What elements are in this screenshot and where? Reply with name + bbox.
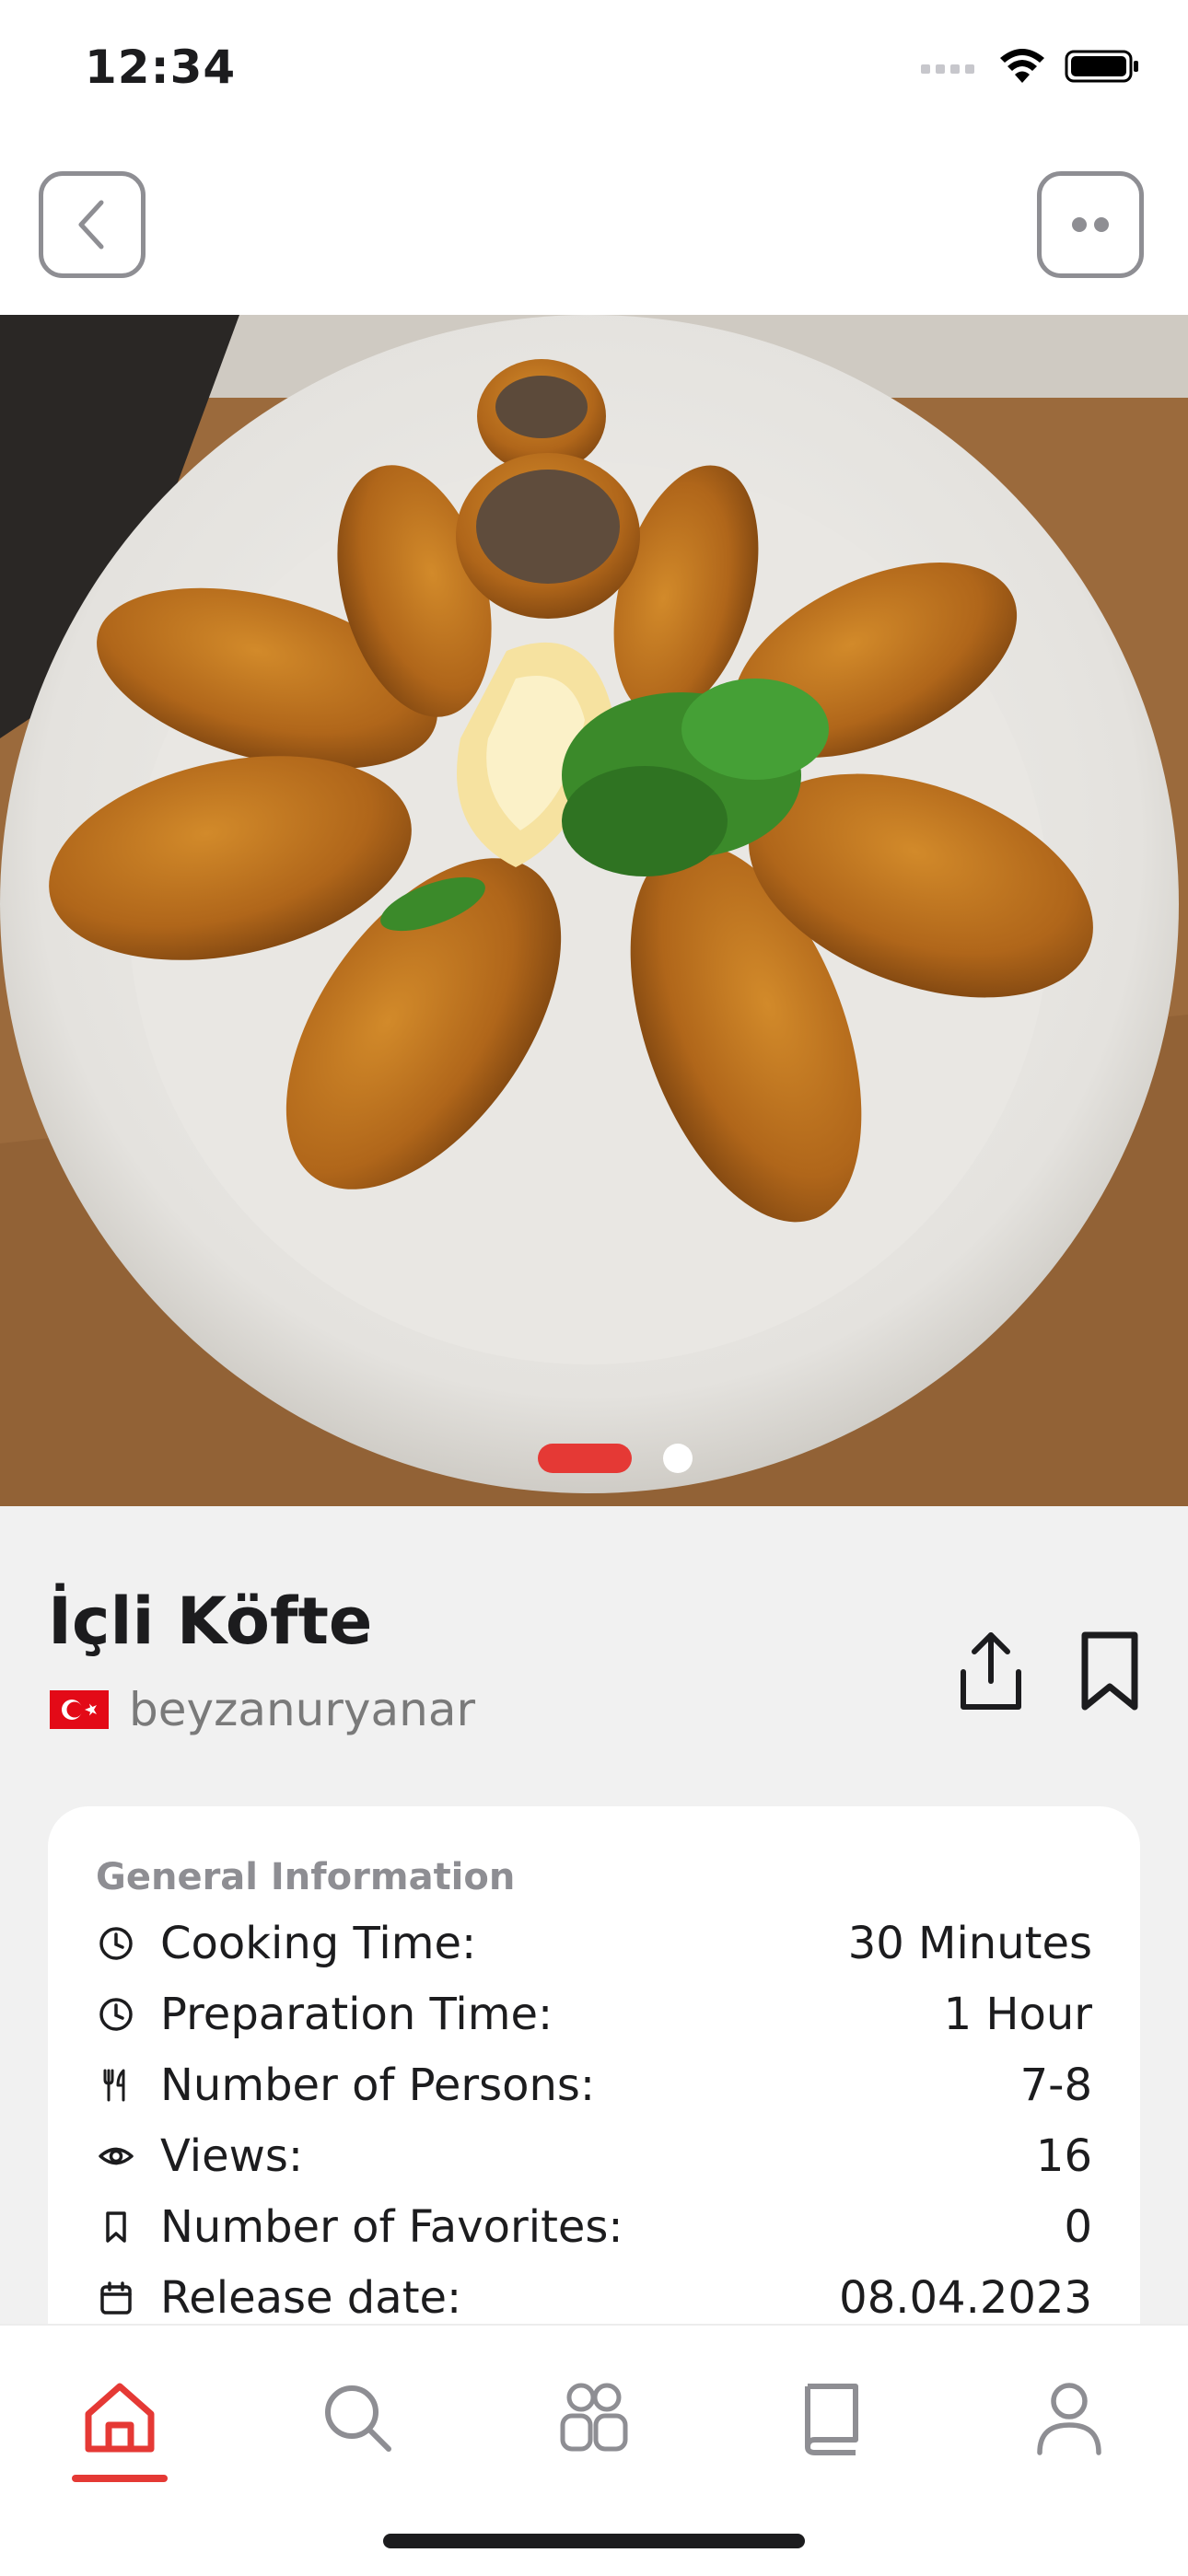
active-tab-indicator: [72, 2475, 168, 2482]
share-icon[interactable]: [956, 1630, 1026, 1712]
bookmark-icon: [96, 2207, 136, 2247]
info-value: 7-8: [1019, 2060, 1092, 2111]
search-icon: [325, 2385, 391, 2452]
info-row-preparation-time: Preparation Time: 1 Hour: [96, 1984, 1092, 2045]
bookmark-icon[interactable]: [1079, 1630, 1140, 1712]
status-icons: [921, 48, 1140, 85]
info-row-views: Views: 16: [96, 2126, 1092, 2187]
carousel-dot[interactable]: [663, 1444, 693, 1473]
community-icon: [560, 2383, 628, 2452]
tab-profile[interactable]: [1014, 2362, 1124, 2473]
recipe-author[interactable]: beyzanuryanar: [50, 1683, 475, 1736]
turkey-flag-icon: [50, 1690, 109, 1729]
cutlery-icon: [96, 2065, 136, 2106]
info-value: 08.04.2023: [839, 2272, 1092, 2324]
header: [0, 147, 1188, 317]
info-row-persons: Number of Persons: 7-8: [96, 2055, 1092, 2116]
tab-community[interactable]: [539, 2362, 649, 2473]
tab-cookbook[interactable]: [776, 2362, 887, 2473]
info-row-favorites: Number of Favorites: 0: [96, 2197, 1092, 2257]
info-value: 0: [1064, 2201, 1092, 2253]
clock-icon: [96, 1994, 136, 2035]
book-icon: [805, 2384, 858, 2455]
info-row-cooking-time: Cooking Time: 30 Minutes: [96, 1913, 1092, 1974]
carousel-dot-active[interactable]: [538, 1444, 632, 1473]
general-info-title: General Information: [96, 1856, 516, 1898]
status-bar: 12:34: [0, 0, 1188, 147]
status-time: 12:34: [85, 41, 237, 94]
chevron-left-icon: [78, 200, 104, 249]
info-value: 1 Hour: [943, 1989, 1092, 2040]
more-dots-icon: [1072, 217, 1109, 232]
recipe-actions: [956, 1630, 1140, 1712]
author-name[interactable]: beyzanuryanar: [129, 1683, 475, 1736]
info-label: Preparation Time:: [160, 1989, 553, 2040]
home-indicator[interactable]: [383, 2534, 805, 2548]
carousel-indicator[interactable]: [0, 1444, 1188, 1473]
info-row-release-date: Release date: 08.04.2023: [96, 2268, 1092, 2328]
tab-home[interactable]: [64, 2362, 175, 2473]
info-value: 30 Minutes: [847, 1918, 1092, 1969]
info-label: Views:: [160, 2130, 304, 2182]
recipe-photo[interactable]: [0, 315, 1188, 1506]
tab-search[interactable]: [302, 2362, 413, 2473]
wifi-icon: [1000, 49, 1044, 83]
info-label: Number of Favorites:: [160, 2201, 623, 2253]
eye-icon: [96, 2136, 136, 2176]
info-label: Cooking Time:: [160, 1918, 477, 1969]
battery-icon: [1065, 50, 1138, 83]
info-value: 16: [1035, 2130, 1092, 2182]
recipe-title: İçli Köfte: [48, 1584, 373, 1659]
info-label: Release date:: [160, 2272, 462, 2324]
calendar-icon: [96, 2278, 136, 2318]
profile-icon: [1037, 2383, 1101, 2455]
clock-icon: [96, 1923, 136, 1964]
more-button[interactable]: [1037, 171, 1144, 278]
info-label: Number of Persons:: [160, 2060, 596, 2111]
home-icon: [85, 2383, 155, 2453]
signal-icon: [921, 64, 974, 74]
back-button[interactable]: [39, 171, 146, 278]
